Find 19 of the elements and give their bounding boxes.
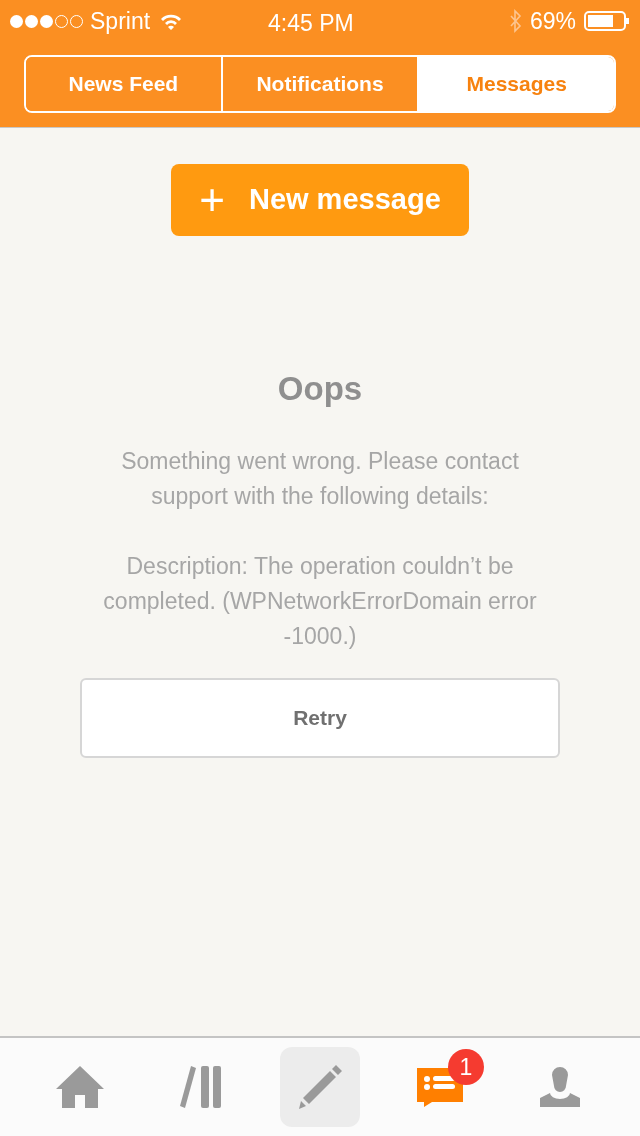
person-icon <box>538 1067 582 1107</box>
error-details: Description: The operation couldn’t be completed. (WPNetworkErrorDomain error -1000.) <box>102 551 538 651</box>
wifi-icon <box>160 12 183 30</box>
home-icon <box>55 1065 105 1109</box>
battery-icon <box>584 11 630 31</box>
new-message-button[interactable]: + New message <box>171 164 469 236</box>
retry-button[interactable]: Retry <box>80 677 560 758</box>
carrier-name: Sprint <box>90 6 151 36</box>
pencil-icon <box>296 1063 344 1111</box>
clock-time: 4:45 PM <box>268 9 354 38</box>
reader-icon <box>177 1065 223 1109</box>
segment-tab[interactable]: Messages <box>417 57 614 111</box>
battery-percentage: 69% <box>529 6 576 36</box>
error-title: Oops <box>277 369 363 409</box>
error-message: Something went wrong. Please contact support with the following details: <box>120 446 520 511</box>
tab-bar-item[interactable] <box>280 1047 360 1127</box>
notification-badge: 1 <box>448 1049 484 1085</box>
plus-icon: + <box>199 178 225 222</box>
bluetooth-icon <box>508 9 522 33</box>
